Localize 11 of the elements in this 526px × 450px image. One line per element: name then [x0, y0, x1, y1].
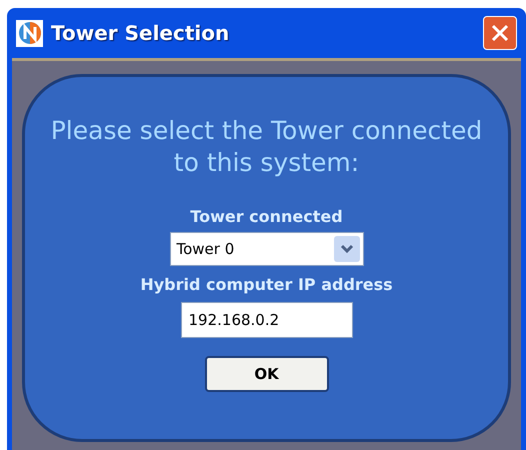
field-label: Hybrid computer IP address	[140, 274, 393, 296]
close-icon	[490, 23, 510, 43]
close-button[interactable]	[483, 16, 517, 50]
ok-button[interactable]: OK	[204, 356, 328, 392]
tower-dropdown[interactable]: Tower 0	[170, 232, 364, 266]
window-title: Tower Selection	[51, 20, 230, 47]
app-logo-icon	[16, 20, 43, 46]
ip-address-field[interactable]: 192.168.0.2	[180, 302, 352, 338]
instruction-text: Please select the Tower connected to this system:	[50, 115, 484, 179]
field-label: Tower connected	[190, 206, 343, 228]
chevron-down-icon	[334, 236, 360, 262]
